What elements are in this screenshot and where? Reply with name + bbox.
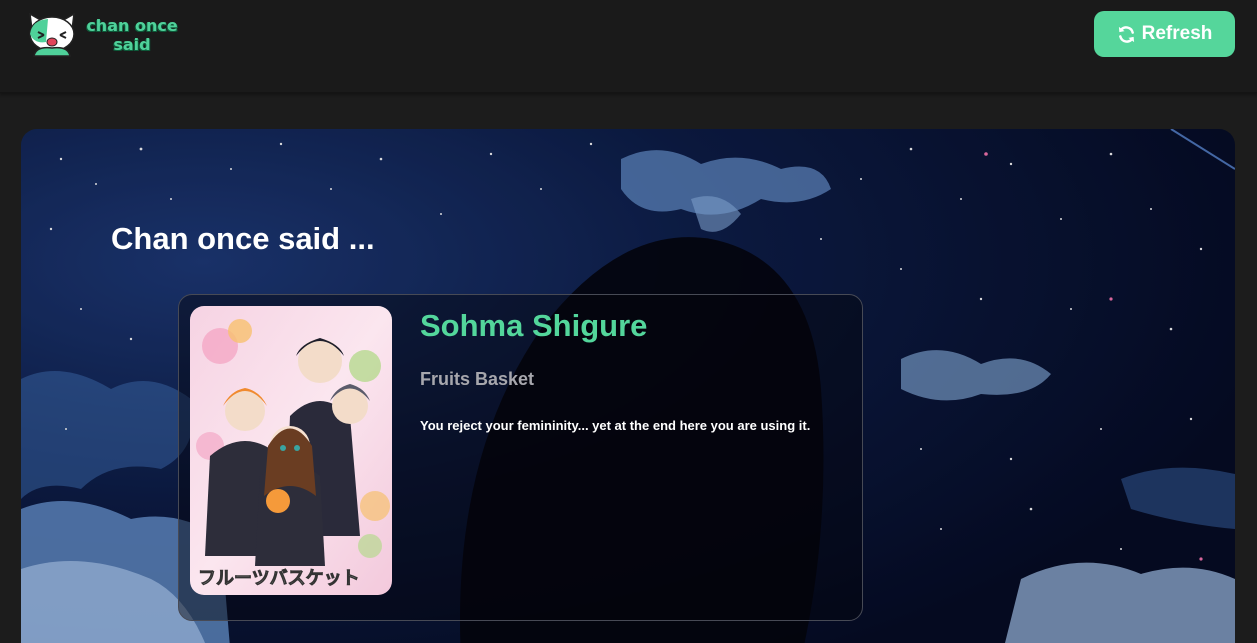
- character-name: Sohma Shigure: [420, 308, 648, 343]
- quote-card: フルーツバスケット Sohma Shigure Fruits Basket Yo…: [178, 294, 863, 621]
- anime-title: Fruits Basket: [420, 369, 535, 389]
- refresh-button[interactable]: Refresh: [1094, 11, 1235, 57]
- cat-mascot-icon: [29, 12, 75, 57]
- logo-text: chan once said: [86, 16, 178, 54]
- cover-caption: フルーツバスケット: [198, 568, 360, 589]
- quote-text: You reject your femininity... yet at the…: [420, 418, 811, 433]
- refresh-icon: [1118, 25, 1134, 43]
- logo[interactable]: chan once said: [26, 12, 182, 58]
- hero-section: Chan once said ... フルーツバスケット Sohma Shigu…: [21, 129, 1235, 643]
- refresh-label: Refresh: [1141, 23, 1213, 44]
- navbar: chan once said Refresh: [0, 0, 1257, 93]
- hero-heading: Chan once said ...: [111, 221, 375, 256]
- anime-cover-image: フルーツバスケット: [190, 306, 392, 595]
